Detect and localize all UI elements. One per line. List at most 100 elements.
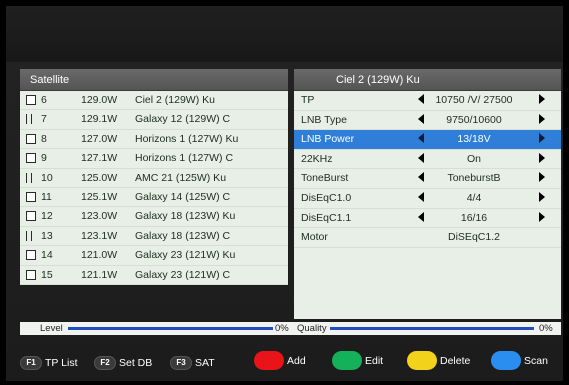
f2-label: Set DB <box>119 356 153 369</box>
green-key-icon <box>332 351 362 370</box>
satellite-position: 129.1W <box>81 113 118 126</box>
satellite-row[interactable]: 13 123.1W Galaxy 18 (123W) C <box>20 227 288 247</box>
add-label: Add <box>287 354 306 367</box>
param-value: 16/16 <box>460 211 488 224</box>
param-row-diseqc10[interactable]: DisEqC1.0 4/4 <box>294 189 561 209</box>
checkbox-icon[interactable] <box>26 269 36 280</box>
checkbox-icon[interactable] <box>26 133 36 144</box>
satellite-number: 12 <box>41 210 53 223</box>
satellite-row[interactable]: 10 125.0W AMC 21 (125W) Ku <box>20 169 288 188</box>
edit-button[interactable]: Edit <box>332 351 384 370</box>
param-row-lnb-type[interactable]: LNB Type 9750/10600 <box>294 111 561 131</box>
arrow-right-icon[interactable] <box>539 113 545 124</box>
satellite-name: Galaxy 18 (123W) C <box>135 229 231 242</box>
satellite-settings-panel: Ciel 2 (129W) Ku TP 10750 /V/ 27500 LNB T… <box>294 69 561 319</box>
f1-tp-list-button[interactable]: F1 TP List <box>20 354 77 370</box>
delete-label: Delete <box>440 354 471 367</box>
satellite-row[interactable]: 9 127.1W Horizons 1 (127W) C <box>20 149 288 169</box>
satellite-row[interactable]: 6 129.0W Ciel 2 (129W) Ku <box>20 91 288 111</box>
satellite-position: 127.0W <box>81 132 118 145</box>
screen: Satellite 6 129.0W Ciel 2 (129W) Ku 7 129.1… <box>6 6 563 381</box>
param-row-lnb-power[interactable]: LNB Power 13/18V <box>294 130 561 150</box>
signal-meter-bar: Level 0% Quality 0% <box>20 322 561 335</box>
delete-button[interactable]: Delete <box>407 351 471 370</box>
satellite-position: 121.1W <box>81 268 118 281</box>
arrow-right-icon[interactable] <box>539 211 545 222</box>
arrow-right-icon[interactable] <box>539 133 545 144</box>
satellite-number: 9 <box>41 152 47 165</box>
satellite-list-header: Satellite <box>20 69 288 91</box>
param-value: On <box>466 152 481 165</box>
param-value: ToneburstB <box>447 172 501 185</box>
level-value: 0% <box>275 323 289 334</box>
satellite-row[interactable]: 12 123.0W Galaxy 18 (123W) Ku <box>20 207 288 227</box>
param-value: DiSEqC1.2 <box>448 231 500 244</box>
satellite-name: Galaxy 14 (125W) C <box>135 190 231 203</box>
satellite-number: 15 <box>41 268 53 281</box>
selected-satellite-title: Ciel 2 (129W) Ku <box>294 69 561 91</box>
satellite-position: 127.1W <box>81 152 118 165</box>
satellite-number: 11 <box>41 190 52 203</box>
quality-label: Quality <box>297 323 327 334</box>
param-value: 9750/10600 <box>446 113 502 126</box>
arrow-right-icon[interactable] <box>539 94 545 104</box>
quality-meter <box>330 327 534 330</box>
param-label: DisEqC1.0 <box>301 191 352 204</box>
satellite-row[interactable]: 14 121.0W Galaxy 23 (121W) Ku <box>20 246 288 266</box>
param-label: TP <box>301 94 315 106</box>
level-meter <box>68 327 273 330</box>
satellite-position: 121.0W <box>81 249 118 262</box>
level-label: Level <box>40 323 63 334</box>
add-button[interactable]: Add <box>254 351 306 370</box>
quality-value: 0% <box>539 323 553 334</box>
f3-sat-button[interactable]: F3 SAT <box>170 354 215 370</box>
param-label: Motor <box>301 231 328 244</box>
move-mark-icon[interactable] <box>26 172 32 183</box>
param-label: ToneBurst <box>301 172 349 185</box>
satellite-number: 13 <box>41 229 53 242</box>
param-row-toneburst[interactable]: ToneBurst ToneburstB <box>294 169 561 189</box>
f1-key-icon: F1 <box>20 355 42 370</box>
checkbox-icon[interactable] <box>26 250 36 261</box>
param-label: LNB Power <box>301 133 355 146</box>
arrow-right-icon[interactable] <box>539 152 545 163</box>
arrow-right-icon[interactable] <box>539 172 545 183</box>
satellite-row[interactable]: 7 129.1W Galaxy 12 (129W) C <box>20 110 288 130</box>
checkbox-icon[interactable] <box>26 191 36 202</box>
f3-key-icon: F3 <box>170 355 192 370</box>
param-value: 13/18V <box>457 133 491 146</box>
move-mark-icon[interactable] <box>26 114 32 125</box>
satellite-number: 10 <box>41 171 53 184</box>
param-value: 4/4 <box>466 191 482 204</box>
arrow-right-icon[interactable] <box>539 191 545 202</box>
satellite-row[interactable]: 15 121.1W Galaxy 23 (121W) C <box>20 266 288 285</box>
move-mark-icon[interactable] <box>26 230 32 241</box>
satellite-position: 125.0W <box>81 171 118 184</box>
satellite-name: Galaxy 12 (129W) C <box>135 113 231 126</box>
satellite-list-panel: Satellite 6 129.0W Ciel 2 (129W) Ku 7 129.1… <box>20 69 288 319</box>
edit-label: Edit <box>365 354 384 367</box>
satellite-name: Horizons 1 (127W) C <box>135 152 234 165</box>
satellite-position: 123.1W <box>81 229 118 242</box>
top-banner <box>6 6 563 62</box>
param-row-motor[interactable]: Motor DiSEqC1.2 <box>294 228 561 248</box>
satellite-row[interactable]: 11 125.1W Galaxy 14 (125W) C <box>20 188 288 208</box>
checkbox-icon[interactable] <box>26 153 36 164</box>
scan-label: Scan <box>524 354 548 367</box>
param-row-22khz[interactable]: 22KHz On <box>294 150 561 170</box>
f1-label: TP List <box>45 356 78 369</box>
yellow-key-icon <box>407 351 437 370</box>
satellite-name: Horizons 1 (127W) Ku <box>135 132 239 145</box>
checkbox-icon[interactable] <box>26 211 36 222</box>
param-row-diseqc11[interactable]: DisEqC1.1 16/16 <box>294 209 561 229</box>
checkbox-icon[interactable] <box>26 95 36 105</box>
satellite-row[interactable]: 8 127.0W Horizons 1 (127W) Ku <box>20 130 288 150</box>
param-label: 22KHz <box>301 152 333 165</box>
blue-key-icon <box>491 351 521 370</box>
scan-button[interactable]: Scan <box>491 351 548 370</box>
satellite-number: 8 <box>41 132 47 145</box>
param-row-tp[interactable]: TP 10750 /V/ 27500 <box>294 91 561 111</box>
f2-set-db-button[interactable]: F2 Set DB <box>94 354 152 370</box>
param-value: 10750 /V/ 27500 <box>435 94 513 106</box>
satellite-position: 129.0W <box>81 94 118 106</box>
